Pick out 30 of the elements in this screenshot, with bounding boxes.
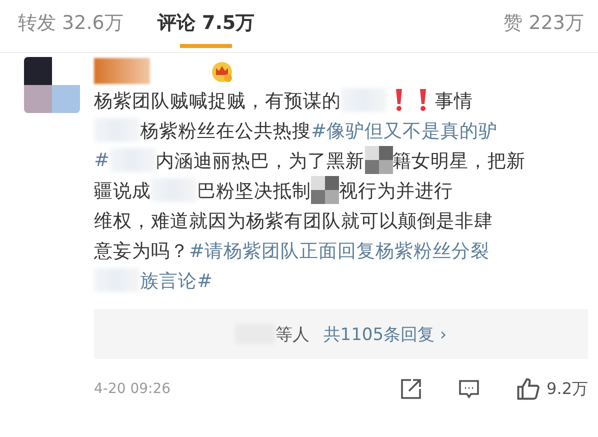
comment-text: 事情 [435, 90, 473, 112]
hashtag-link[interactable]: #请杨紫团队正面回复杨紫粉丝分裂 [189, 238, 490, 262]
thumbs-up-icon [514, 376, 541, 402]
comment-time: 4-20 09:26 [94, 381, 171, 397]
tab[interactable]: 赞 223万 [504, 0, 584, 52]
hashtag-link[interactable]: # [94, 150, 110, 170]
replies-link[interactable]: 共1105条回复 › [323, 322, 447, 346]
crown-icon [210, 59, 234, 83]
comment-text: 意妄为吗？ [94, 240, 189, 262]
like-button[interactable]: 9.2万 [514, 376, 588, 402]
comment-text: 疆说成 [94, 180, 151, 202]
exclamation-icon [418, 88, 428, 112]
mosaic-patch [311, 176, 339, 204]
hashtag-link[interactable]: 族言论# [140, 268, 213, 292]
mosaic-patch [364, 146, 393, 174]
comment-text: 杨紫团队贼喊捉贼，有预谋的 [94, 90, 341, 112]
comment-text: 杨紫粉丝在公共热搜 [140, 120, 311, 142]
comment-text: 籍女明星，把新 [392, 150, 526, 172]
hashtag-link[interactable]: #像驴但又不是真的驴 [311, 118, 498, 142]
blurred-name [94, 58, 150, 84]
comment-text: 视行为并进行 [339, 180, 453, 202]
comment-icon[interactable] [456, 377, 481, 401]
reply-people: 等人 [275, 324, 310, 346]
share-icon[interactable] [398, 377, 423, 401]
comment-text: 维权，难道就因为杨紫有团队就可以颠倒是非肆 [94, 210, 493, 232]
tab[interactable]: 转发 32.6万 [18, 0, 124, 52]
exclamation-icon [394, 88, 404, 112]
comment-text: 内涵迪丽热巴，为了黑新 [156, 150, 365, 172]
comment-text: 巴粉坚决抵制 [197, 180, 311, 202]
avatar[interactable] [24, 57, 80, 113]
